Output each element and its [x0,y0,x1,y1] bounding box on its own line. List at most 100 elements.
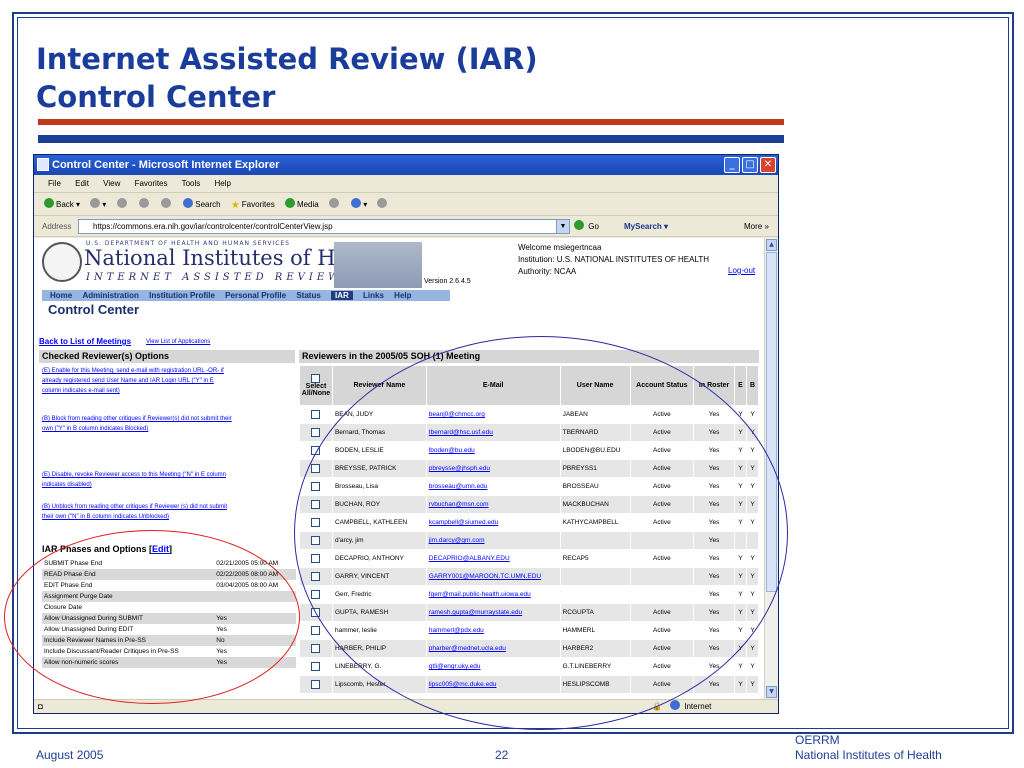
select-all-checkbox[interactable] [311,374,321,383]
media-button[interactable]: Media [284,194,319,216]
close-button[interactable]: ✕ [760,157,776,173]
nav-institution-profile[interactable]: Institution Profile [149,291,215,300]
menu-view[interactable]: View [103,179,120,188]
reviewer-checkbox[interactable] [311,554,321,563]
reviewer-b-flag: Y [745,495,760,514]
stop-button[interactable] [116,194,129,216]
reviewer-e-flag: Y [734,639,747,658]
reviewer-row: hammer, leslie hammerl@pdx.edu HAMMERL Acti… [299,621,760,640]
reviewer-checkbox[interactable] [311,590,321,599]
reviewer-email-link[interactable]: pharber@mednet.ucla.edu [425,639,561,658]
option-block-reading[interactable]: (B) Block from reading other critiques i… [42,414,232,434]
reviewer-e-flag: Y [734,477,747,496]
reviewer-email-link[interactable]: hammerl@pdx.edu [425,621,561,640]
reviewer-email-link[interactable]: ramesh.gupta@murraystate.edu [425,603,561,622]
favorites-button[interactable]: ★ Favorites [231,194,275,216]
address-input[interactable]: https://commons.era.nih.gov/iar/controlc… [78,219,570,234]
reviewer-checkbox[interactable] [311,662,321,671]
nav-help[interactable]: Help [394,291,411,300]
reviewer-email-link[interactable]: beanj0@chmcc.org [425,405,561,424]
reviewer-email-link[interactable]: fgerr@mail.public-health.uiowa.edu [425,585,561,604]
nav-status[interactable]: Status [296,291,320,300]
reviewer-checkbox[interactable] [311,680,321,689]
reviewer-email-link[interactable]: lboden@bu.edu [425,441,561,460]
print-button[interactable] [377,194,389,216]
scroll-thumb[interactable] [766,252,777,592]
view-applications-link[interactable]: View List of Applications [146,339,210,345]
reviewer-name: BODEN, LESLIE [331,441,427,460]
reviewer-checkbox[interactable] [311,626,321,635]
vertical-scrollbar[interactable]: ▲ ▼ [764,238,778,699]
menu-favorites[interactable]: Favorites [135,179,168,188]
option-enable-meeting[interactable]: (E) Enable for this Meeting, send e-mail… [42,366,232,396]
search-button[interactable]: Search [183,194,221,216]
internet-zone: Internet [670,700,711,713]
reviewer-account-status [629,531,695,550]
minimize-button[interactable]: _ [724,157,740,173]
select-all-column[interactable]: Select All/None [299,365,333,406]
reviewer-email-link[interactable]: rvbuchan@msn.com [425,495,561,514]
option-unblock-reading[interactable]: (B) Unblock from reading other critiques… [42,502,232,522]
reviewers-header-row: Select All/None Reviewer Name E-Mail Use… [299,365,760,406]
footer-org-line1: OERRM [795,733,840,747]
reviewer-e-flag: Y [734,657,747,676]
reviewer-b-flag: Y [745,423,760,442]
mail-button[interactable]: ▾ [351,194,367,216]
menu-tools[interactable]: Tools [182,179,201,188]
go-button[interactable]: Go [574,217,599,237]
reviewer-select-cell [299,621,333,640]
reviewer-email-link[interactable]: DECAPRIO@ALBANY.EDU [425,549,561,568]
home-icon [161,198,171,208]
nav-home[interactable]: Home [50,291,72,300]
reviewer-email-link[interactable]: kcampbell@siumed.edu [425,513,561,532]
reviewer-checkbox[interactable] [311,608,321,617]
reviewer-row: BUCHAN, ROY rvbuchan@msn.com MACKBUCHAN Act… [299,495,760,514]
reviewer-checkbox[interactable] [311,446,321,455]
reviewer-checkbox[interactable] [311,572,321,581]
scroll-down-button[interactable]: ▼ [766,686,777,698]
option-disable-access[interactable]: (E) Disable, revoke Reviewer access to t… [42,470,232,490]
reviewer-checkbox[interactable] [311,500,321,509]
iar-banner-text: INTERNET ASSISTED REVIEW [86,272,343,283]
nav-personal-profile[interactable]: Personal Profile [225,291,286,300]
back-button[interactable]: Back ▾ [44,194,80,216]
reviewer-email-link[interactable]: pbreysse@jhsph.edu [425,459,561,478]
reviewer-checkbox[interactable] [311,410,321,419]
home-button[interactable] [161,194,173,216]
reviewer-checkbox[interactable] [311,518,321,527]
reviewer-email-link[interactable]: tbernard@hsc.usf.edu [425,423,561,442]
reviewer-email-link[interactable]: gtli@engr.uky.edu [425,657,561,676]
maximize-button[interactable]: □ [742,157,758,173]
menu-help[interactable]: Help [215,179,231,188]
reviewer-email-link[interactable]: GARRY001@MAROON.TC.UMN.EDU [425,567,561,586]
nav-administration[interactable]: Administration [82,291,138,300]
media-icon [284,198,295,208]
reviewer-user-name: TBERNARD [559,423,631,442]
reviewer-checkbox[interactable] [311,482,321,491]
reviewer-row: BEAN, JUDY beanj0@chmcc.org JABEAN Active Ye… [299,405,760,424]
nav-iar[interactable]: IAR [331,291,353,300]
reviewer-checkbox[interactable] [311,464,321,473]
reviewer-checkbox[interactable] [311,536,321,545]
phases-edit-link[interactable]: Edit [152,544,169,554]
address-dropdown-button[interactable]: ▼ [556,219,570,234]
scroll-up-button[interactable]: ▲ [766,239,777,251]
more-button[interactable]: More » [744,217,769,237]
reviewer-checkbox[interactable] [311,644,321,653]
logout-link[interactable]: Log-out [728,266,755,275]
menu-file[interactable]: File [48,179,61,188]
reviewer-email-link[interactable]: brosseau@umn.edu [425,477,561,496]
forward-button[interactable]: ▾ [90,194,106,216]
history-button[interactable] [328,194,341,216]
reviewer-email-link[interactable]: lipsc005@mc.duke.edu [425,675,561,694]
reviewer-name: BUCHAN, ROY [331,495,427,514]
reviewer-checkbox[interactable] [311,428,321,437]
nav-links[interactable]: Links [363,291,384,300]
mysearch-button[interactable]: MySearch ▾ [624,217,668,237]
refresh-button[interactable] [138,194,151,216]
menu-edit[interactable]: Edit [75,179,89,188]
search-label: Search [195,200,221,209]
back-to-meetings-link[interactable]: Back to List of Meetings [39,337,131,346]
reviewer-email-link[interactable]: jim.darcy@gm.com [425,531,561,550]
window-titlebar[interactable]: Control Center - Microsoft Internet Expl… [34,155,778,175]
